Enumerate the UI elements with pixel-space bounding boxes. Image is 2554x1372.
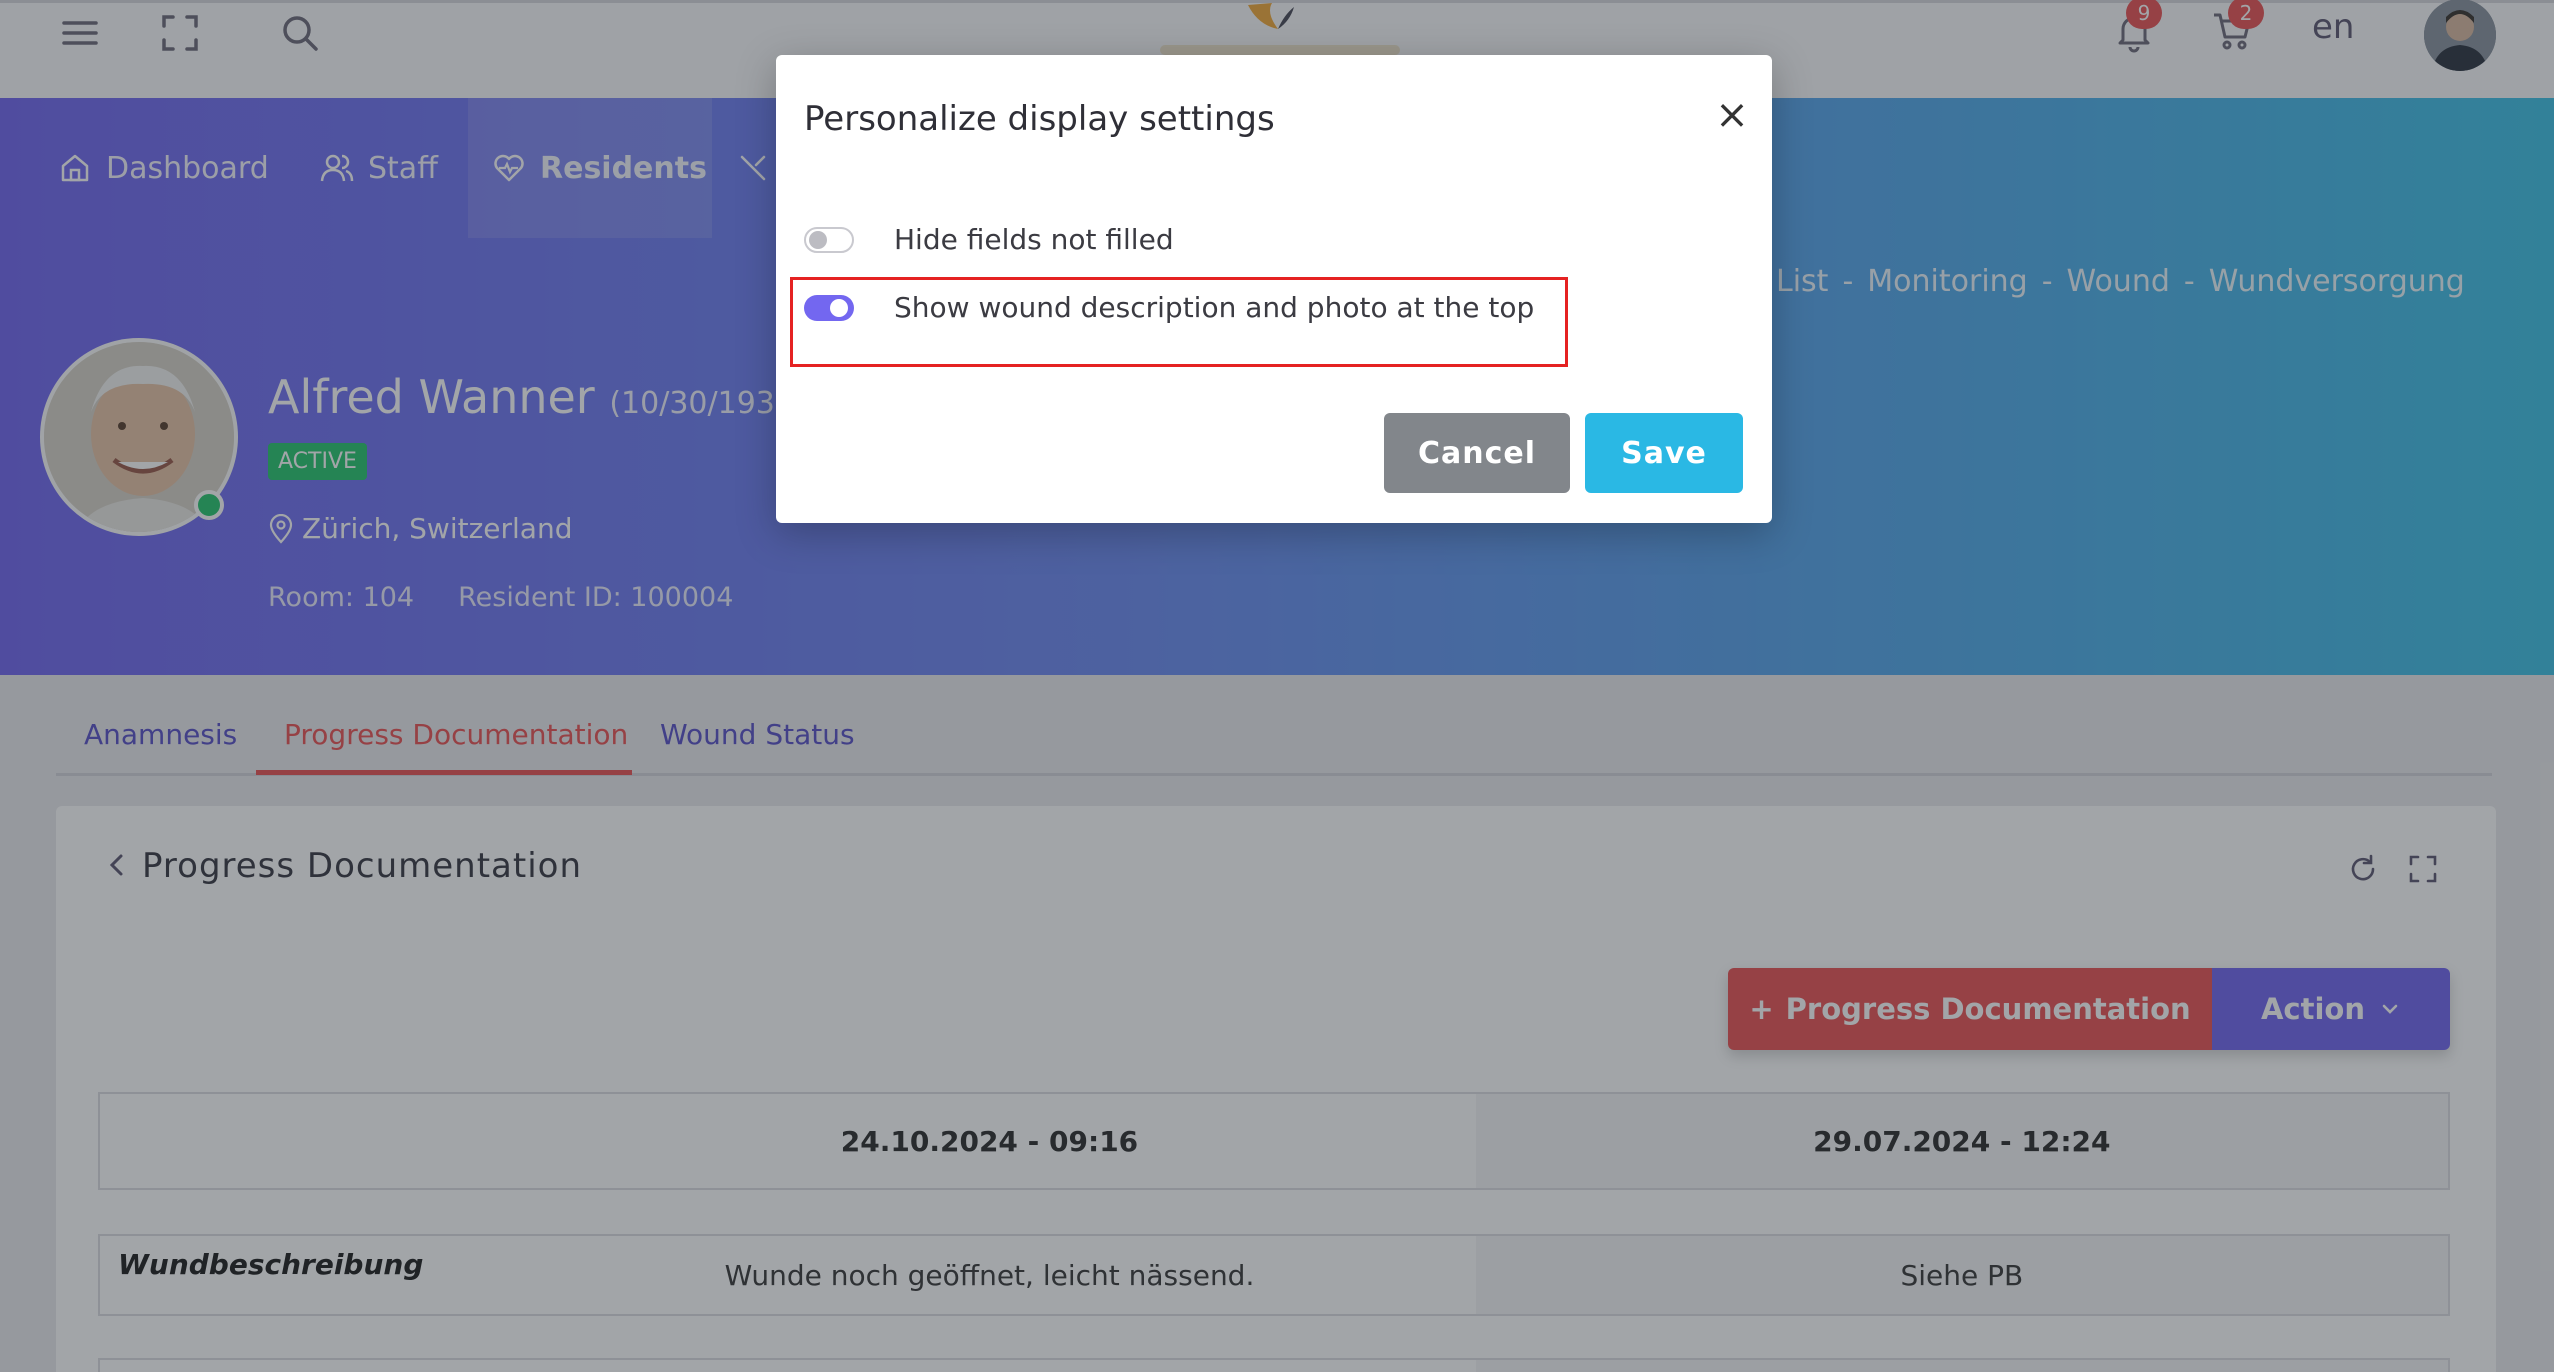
hide-unfilled-fields-label: Hide fields not filled [894,223,1174,256]
hide-unfilled-fields-toggle[interactable] [804,227,854,253]
personalize-settings-modal: Personalize display settings × Hide fiel… [776,55,1772,523]
close-icon[interactable]: × [1712,95,1752,135]
modal-title: Personalize display settings [804,99,1275,139]
toggle-knob [809,231,827,249]
cancel-button[interactable]: Cancel [1384,413,1570,493]
annotation-highlight-box [790,277,1568,367]
save-button[interactable]: Save [1585,413,1743,493]
